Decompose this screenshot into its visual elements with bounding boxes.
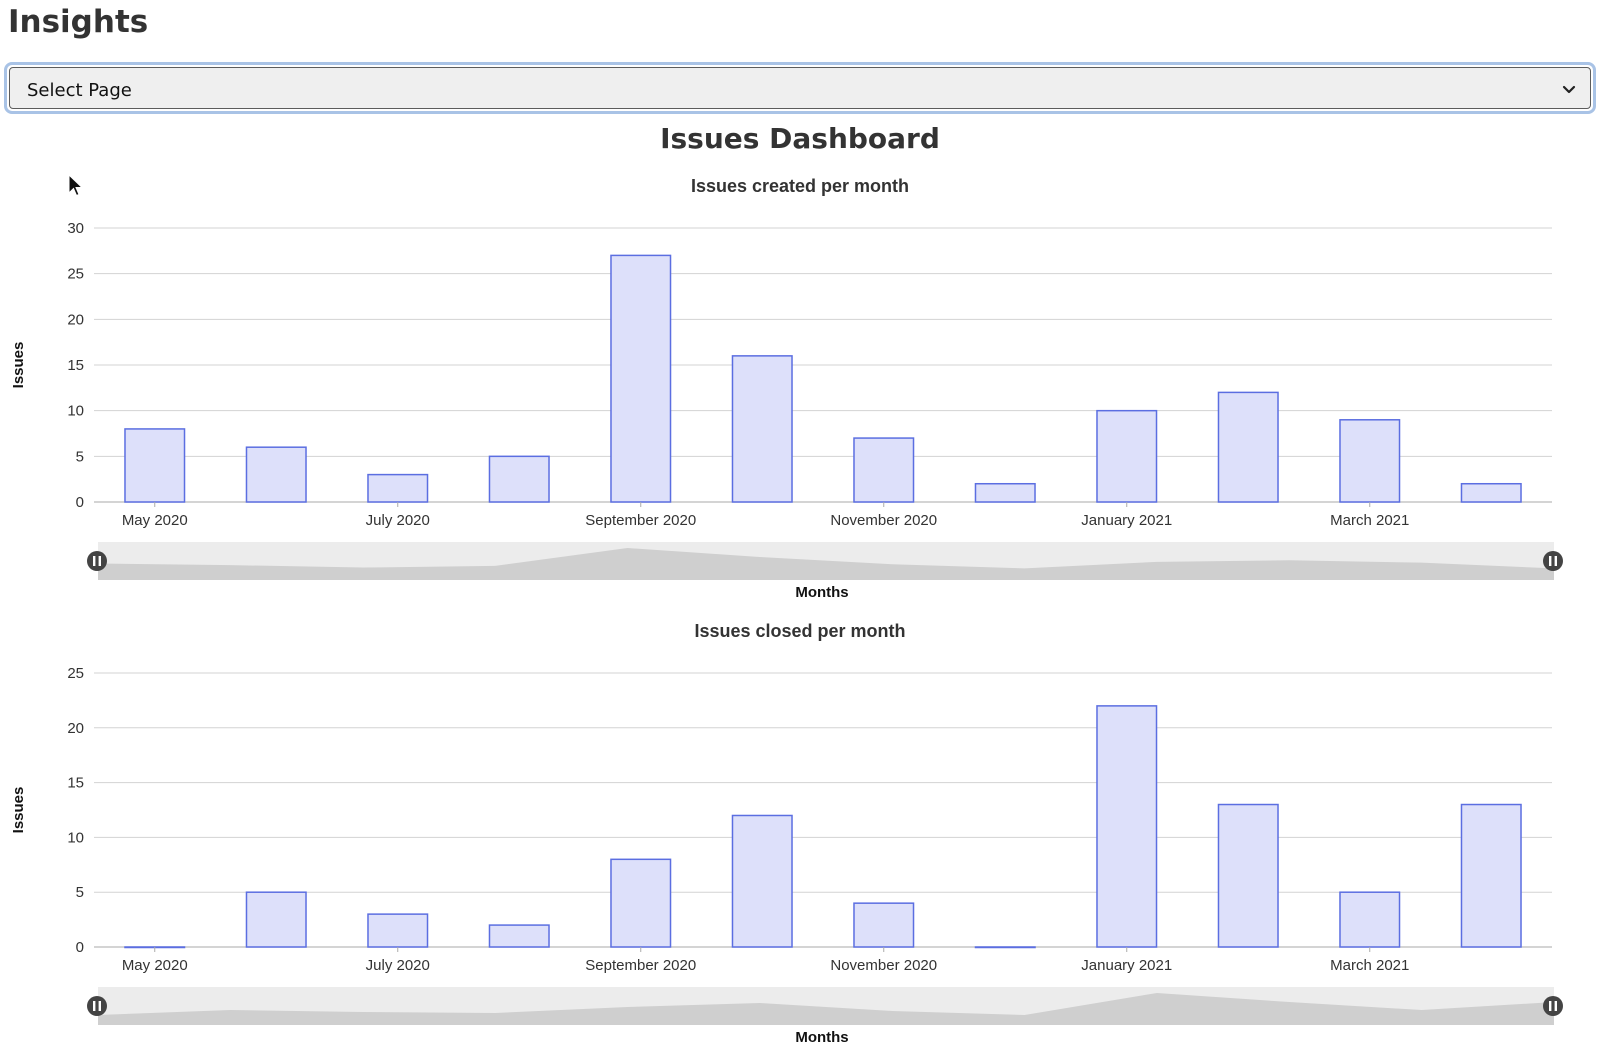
y-tick-label: 15 bbox=[67, 775, 84, 792]
zoom-handle-knob[interactable] bbox=[87, 551, 107, 571]
x-tick-label: January 2021 bbox=[1081, 957, 1172, 974]
zoom-slider[interactable] bbox=[87, 987, 1563, 1025]
zoom-handle-left-icon[interactable] bbox=[87, 996, 107, 1016]
bar-august-2020 bbox=[488, 455, 550, 503]
y-tick-label: 10 bbox=[67, 403, 84, 420]
x-axis-label: Months bbox=[795, 584, 848, 600]
bar-march-2021 bbox=[1339, 891, 1401, 948]
page-select[interactable]: Select Page bbox=[9, 67, 1591, 109]
y-tick-label: 0 bbox=[76, 494, 84, 511]
zoom-handle-grip bbox=[98, 1001, 101, 1011]
x-tick-label: July 2020 bbox=[366, 512, 430, 529]
zoom-handle-grip bbox=[98, 556, 101, 566]
y-tick-label: 30 bbox=[67, 220, 84, 237]
x-tick-label: January 2021 bbox=[1081, 512, 1172, 529]
x-tick-label: May 2020 bbox=[122, 512, 188, 529]
chart-issues-created: Issues created per month Issues 0 5 10 15 20 25… bbox=[0, 160, 1600, 601]
bar-march-2021 bbox=[1339, 419, 1401, 503]
x-tick-label: September 2020 bbox=[585, 957, 696, 974]
x-tick-label: November 2020 bbox=[830, 957, 937, 974]
x-tick-label: March 2021 bbox=[1330, 957, 1409, 974]
bar-february-2021 bbox=[1217, 803, 1279, 948]
x-tick-label: November 2020 bbox=[830, 512, 937, 529]
bar-september-2020 bbox=[610, 254, 672, 503]
y-tick-label: 25 bbox=[67, 665, 84, 682]
bar-april-2021 bbox=[1460, 482, 1522, 503]
x-tick-label: September 2020 bbox=[585, 512, 696, 529]
zoom-handle-knob[interactable] bbox=[87, 996, 107, 1016]
page-select-focus-ring: Select Page bbox=[4, 62, 1596, 114]
bar-january-2021 bbox=[1096, 705, 1158, 948]
bar-july-2020 bbox=[367, 913, 429, 948]
bar-june-2020 bbox=[245, 891, 307, 948]
chart-svg-created: Issues created per month Issues 0 5 10 15 20 25… bbox=[10, 176, 1563, 601]
page-select-value: Select Page bbox=[27, 80, 132, 101]
y-tick-label: 20 bbox=[67, 311, 84, 328]
zoom-handle-knob[interactable] bbox=[1543, 996, 1563, 1016]
zoom-handle-left-icon[interactable] bbox=[87, 551, 107, 571]
x-tick-label: March 2021 bbox=[1330, 512, 1409, 529]
zoom-handle-right-icon[interactable] bbox=[1543, 551, 1563, 571]
bar-october-2020 bbox=[731, 355, 793, 503]
bar-october-2020 bbox=[731, 814, 793, 948]
bar-august-2020 bbox=[488, 924, 550, 948]
bar-june-2020 bbox=[245, 446, 307, 503]
bar-november-2020 bbox=[853, 437, 915, 503]
bar-november-2020 bbox=[853, 902, 915, 948]
bar-february-2021 bbox=[1217, 391, 1279, 503]
zoom-slider[interactable] bbox=[87, 542, 1563, 580]
y-tick-label: 10 bbox=[67, 829, 84, 846]
dashboard-title: Issues Dashboard bbox=[660, 122, 940, 155]
y-axis-label: Issues bbox=[10, 787, 27, 834]
bar-december-2020 bbox=[974, 946, 1036, 949]
bar-may-2020 bbox=[124, 428, 186, 503]
bar-december-2020 bbox=[974, 482, 1036, 503]
chart-issues-closed: Issues closed per month Issues 0 5 10 15 20 25 M… bbox=[0, 605, 1600, 1046]
y-tick-label: 5 bbox=[76, 448, 84, 465]
zoom-handle-knob[interactable] bbox=[1543, 551, 1563, 571]
zoom-handle-grip bbox=[1549, 556, 1552, 566]
zoom-handle-grip bbox=[93, 556, 96, 566]
y-tick-label: 25 bbox=[67, 266, 84, 283]
y-tick-label: 15 bbox=[67, 357, 84, 374]
x-axis-label: Months bbox=[795, 1029, 848, 1045]
y-tick-label: 20 bbox=[67, 720, 84, 737]
bar-january-2021 bbox=[1096, 409, 1158, 503]
bar-april-2021 bbox=[1460, 803, 1522, 948]
y-axis-label: Issues bbox=[10, 342, 27, 389]
page-title: Insights bbox=[8, 4, 149, 40]
x-tick-label: July 2020 bbox=[366, 957, 430, 974]
zoom-handle-grip bbox=[1554, 1001, 1557, 1011]
bar-september-2020 bbox=[610, 858, 672, 948]
chart-title: Issues closed per month bbox=[694, 621, 905, 641]
y-tick-label: 5 bbox=[76, 884, 84, 901]
x-tick-label: May 2020 bbox=[122, 957, 188, 974]
chart-title: Issues created per month bbox=[691, 176, 909, 196]
zoom-handle-right-icon[interactable] bbox=[1543, 996, 1563, 1016]
chevron-down-icon bbox=[1562, 85, 1576, 94]
zoom-handle-grip bbox=[1554, 556, 1557, 566]
zoom-handle-grip bbox=[93, 1001, 96, 1011]
zoom-handle-grip bbox=[1549, 1001, 1552, 1011]
y-tick-label: 0 bbox=[76, 939, 84, 956]
chart-svg-closed: Issues closed per month Issues 0 5 10 15 20 25 M… bbox=[10, 621, 1563, 1046]
bar-july-2020 bbox=[367, 473, 429, 503]
